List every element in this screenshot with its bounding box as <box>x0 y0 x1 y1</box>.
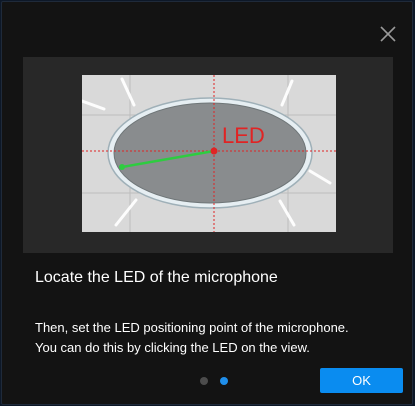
led-locate-dialog: LED Locate the LED of the microphone The… <box>1 1 413 405</box>
led-point-marker[interactable] <box>210 147 218 155</box>
dialog-description: Then, set the LED positioning point of t… <box>35 318 395 358</box>
dialog-title: Locate the LED of the microphone <box>35 269 278 286</box>
close-button[interactable] <box>378 24 398 44</box>
description-line-2: You can do this by clicking the LED on t… <box>35 340 310 355</box>
close-icon <box>380 26 396 42</box>
microphone-body <box>113 102 307 204</box>
description-line-1: Then, set the LED positioning point of t… <box>35 320 349 335</box>
pagination-dots <box>200 377 228 385</box>
page-dot-2[interactable] <box>220 377 228 385</box>
microphone-view[interactable]: LED <box>82 75 336 232</box>
led-label: LED <box>222 123 265 148</box>
pointer-end-dot <box>119 164 125 170</box>
page-dot-1[interactable] <box>200 377 208 385</box>
ok-button[interactable]: OK <box>320 368 403 393</box>
microphone-preview: LED <box>23 57 393 253</box>
